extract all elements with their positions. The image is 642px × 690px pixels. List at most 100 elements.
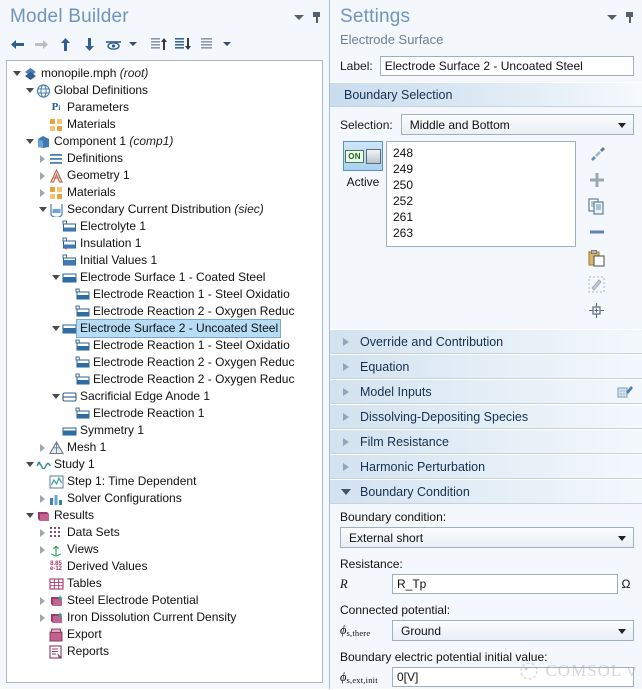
back-button[interactable]	[6, 34, 28, 54]
tree-twisty-icon[interactable]	[37, 546, 48, 554]
move-up-button[interactable]	[54, 34, 76, 54]
tree-item[interactable]: Export	[7, 626, 322, 643]
move-down-button[interactable]	[78, 34, 100, 54]
tree-item[interactable]: monopile.mph (root)	[7, 65, 322, 82]
tree-item[interactable]: Materials	[7, 116, 322, 133]
boundary-entity-item[interactable]: 248	[393, 145, 575, 161]
tree-item[interactable]: Data Sets	[7, 524, 322, 541]
boundary-entity-list[interactable]: 248249250252261263	[386, 141, 576, 247]
tree-item[interactable]: Reports	[7, 643, 322, 660]
tree-twisty-icon[interactable]	[37, 444, 48, 452]
tree-item[interactable]: Initial Values 1	[7, 252, 322, 269]
tree-item[interactable]: Sacrificial Edge Anode 1	[7, 388, 322, 405]
tree-twisty-icon[interactable]	[37, 172, 48, 180]
expand-all-button[interactable]	[172, 34, 194, 54]
tree-twisty-icon[interactable]	[37, 495, 48, 503]
initial-value-input[interactable]	[392, 667, 634, 687]
label-input[interactable]	[380, 56, 634, 76]
tree-item[interactable]: Electrode Reaction 1 - Steel Oxidatio	[7, 286, 322, 303]
tree-twisty-icon[interactable]	[24, 88, 35, 93]
section-header-film-resistance[interactable]: Film Resistance	[330, 429, 642, 454]
tree-item[interactable]: Steel Electrode Potential	[7, 592, 322, 609]
tree-twisty-icon[interactable]	[50, 326, 61, 331]
show-hide-button[interactable]	[102, 34, 124, 54]
tree-item[interactable]: Electrode Reaction 1 - Steel Oxidatio	[7, 337, 322, 354]
tree-twisty-icon[interactable]	[37, 614, 48, 622]
tree-twisty-icon[interactable]	[24, 462, 35, 467]
paste-link-icon[interactable]	[582, 141, 611, 167]
plot-group-icon	[48, 611, 64, 625]
tree-item[interactable]: Global Definitions	[7, 82, 322, 99]
edit-icon[interactable]	[617, 383, 634, 403]
tree-item[interactable]: Electrode Surface 1 - Coated Steel	[7, 269, 322, 286]
resistance-input[interactable]	[392, 574, 618, 594]
tree-twisty-icon[interactable]	[37, 155, 48, 163]
section-header-harmonic-perturbation[interactable]: Harmonic Perturbation	[330, 454, 642, 479]
section-header-model-inputs[interactable]: Model Inputs	[330, 379, 642, 404]
tree-twisty-icon[interactable]	[50, 275, 61, 280]
clear-selection-icon[interactable]	[582, 271, 611, 297]
tree-item[interactable]: Study 1	[7, 456, 322, 473]
remove-icon[interactable]	[582, 219, 611, 245]
section-header-boundary-condition[interactable]: Boundary Condition	[330, 479, 642, 504]
connected-potential-dropdown[interactable]: Ground	[392, 620, 634, 641]
tree-item[interactable]: Electrode Reaction 2 - Oxygen Reduc	[7, 371, 322, 388]
tree-twisty-icon[interactable]	[37, 207, 48, 212]
forward-button[interactable]	[30, 34, 52, 54]
tree-item[interactable]: Step 1: Time Dependent	[7, 473, 322, 490]
tree-item[interactable]: Definitions	[7, 150, 322, 167]
pin-icon[interactable]	[312, 12, 321, 23]
show-hide-dropdown[interactable]	[126, 34, 139, 54]
chevron-down-icon[interactable]	[607, 15, 617, 20]
tree-item[interactable]: Results	[7, 507, 322, 524]
chevron-right-icon	[338, 388, 354, 396]
tree-item[interactable]: Secondary Current Distribution (siec)	[7, 201, 322, 218]
tree-item[interactable]: Iron Dissolution Current Density	[7, 609, 322, 626]
list-options-button[interactable]	[196, 34, 218, 54]
tree-twisty-icon[interactable]	[37, 529, 48, 537]
section-header-equation[interactable]: Equation	[330, 354, 642, 379]
paste-icon[interactable]	[582, 245, 611, 271]
tree-twisty-icon[interactable]	[50, 394, 61, 399]
tree-item[interactable]: Views	[7, 541, 322, 558]
boundary-entity-item[interactable]: 252	[393, 193, 575, 209]
boundary-entity-item[interactable]: 249	[393, 161, 575, 177]
tree-twisty-icon[interactable]	[11, 71, 22, 76]
add-icon[interactable]	[582, 167, 611, 193]
active-toggle-button[interactable]: ON	[343, 141, 383, 171]
tree-twisty-icon[interactable]	[24, 513, 35, 518]
tree-item[interactable]: Solver Configurations	[7, 490, 322, 507]
tree-item[interactable]: Component 1 (comp1)	[7, 133, 322, 150]
tree-item[interactable]: 8.85e-12Derived Values	[7, 558, 322, 575]
boundary-entity-item[interactable]: 250	[393, 177, 575, 193]
tree-item-selected[interactable]: Electrode Surface 2 - Uncoated Steel	[7, 320, 322, 337]
tree-twisty-icon[interactable]	[37, 189, 48, 197]
chevron-down-icon[interactable]	[294, 15, 304, 20]
tree-item[interactable]: Electrode Reaction 2 - Oxygen Reduc	[7, 303, 322, 320]
section-header-dissolving-depositing-species[interactable]: Dissolving-Depositing Species	[330, 404, 642, 429]
pin-icon[interactable]	[625, 12, 634, 23]
tree-item[interactable]: PiParameters	[7, 99, 322, 116]
tree-item[interactable]: Materials	[7, 184, 322, 201]
tree-twisty-icon[interactable]	[37, 597, 48, 605]
tree-twisty-icon[interactable]	[24, 139, 35, 144]
list-options-dropdown[interactable]	[220, 34, 233, 54]
tree-item[interactable]: Symmetry 1	[7, 422, 322, 439]
tree-item[interactable]: Geometry 1	[7, 167, 322, 184]
model-tree-container[interactable]: monopile.mph (root)Global DefinitionsPiP…	[6, 60, 323, 683]
boundary-entity-item[interactable]: 263	[393, 225, 575, 241]
collapse-all-button[interactable]	[148, 34, 170, 54]
tree-item[interactable]: Electrode Reaction 2 - Oxygen Reduc	[7, 354, 322, 371]
tree-item[interactable]: Tables	[7, 575, 322, 592]
selection-dropdown[interactable]: Middle and Bottom	[401, 114, 634, 135]
tree-item[interactable]: Electrolyte 1	[7, 218, 322, 235]
boundary-condition-dropdown[interactable]: External short	[340, 527, 634, 548]
zoom-to-selection-icon[interactable]	[582, 297, 611, 323]
section-header-boundary-selection[interactable]: Boundary Selection	[330, 82, 642, 107]
copy-icon[interactable]	[582, 193, 611, 219]
tree-item[interactable]: Electrode Reaction 1	[7, 405, 322, 422]
tree-item[interactable]: Insulation 1	[7, 235, 322, 252]
tree-item[interactable]: Mesh 1	[7, 439, 322, 456]
section-header-override-and-contribution[interactable]: Override and Contribution	[330, 329, 642, 354]
boundary-entity-item[interactable]: 261	[393, 209, 575, 225]
